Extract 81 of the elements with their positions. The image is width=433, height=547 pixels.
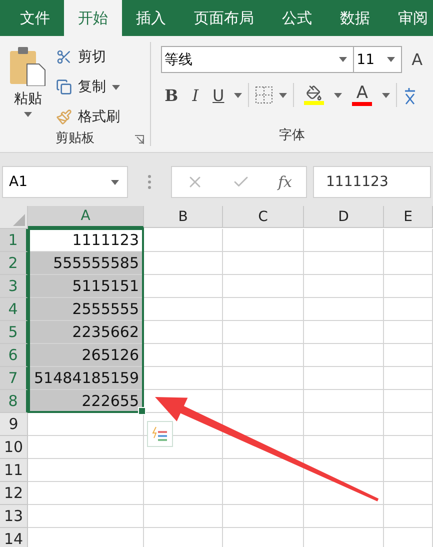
row-header[interactable]: 13 — [0, 505, 28, 528]
table-cell — [384, 390, 433, 413]
row-header[interactable]: 11 — [0, 459, 28, 482]
paintbrush-icon — [56, 109, 72, 125]
table-cell: 265126 — [28, 344, 144, 367]
formula-field[interactable]: 1111123 — [313, 166, 431, 198]
borders-icon[interactable] — [255, 86, 274, 104]
copy-icon — [56, 79, 72, 95]
row-header[interactable]: 7 — [0, 367, 28, 390]
phonetic-icon[interactable] — [403, 85, 416, 105]
clipboard-icon — [10, 46, 46, 86]
row-header[interactable]: 2 — [0, 252, 28, 275]
paint-bucket-icon — [306, 85, 322, 101]
table-cell: 2235662 — [28, 321, 144, 344]
insert-function-button[interactable]: fx — [278, 173, 292, 191]
row-header[interactable]: 8 — [0, 390, 28, 413]
font-name-field[interactable]: 等线 — [160, 46, 354, 73]
fill-handle[interactable] — [138, 407, 146, 415]
row-header[interactable]: 4 — [0, 298, 28, 321]
group-label: 剪贴板 — [55, 130, 94, 147]
table-cell — [384, 505, 433, 528]
ribbon-tab[interactable]: 文件 — [6, 0, 64, 36]
row-header[interactable]: 3 — [0, 275, 28, 298]
table-cell — [384, 344, 433, 367]
italic-button[interactable]: I — [188, 86, 203, 104]
dialog-launcher-icon[interactable] — [134, 135, 144, 144]
table-cell: 555555585 — [28, 252, 144, 275]
group-label: 字体 — [278, 127, 305, 144]
table-cell — [384, 413, 433, 436]
ribbon-tab[interactable]: 插入 — [122, 0, 180, 36]
row-header[interactable]: 5 — [0, 321, 28, 344]
caret-icon[interactable] — [386, 57, 395, 62]
caret-icon[interactable] — [234, 92, 242, 98]
format-painter-button[interactable]: 格式刷 — [56, 105, 120, 129]
ribbon-tab[interactable]: 审阅 — [384, 0, 433, 36]
table-cell — [384, 321, 433, 344]
table-cell — [384, 482, 433, 505]
ribbon-tab[interactable]: 数据 — [326, 0, 384, 36]
caret-icon[interactable] — [382, 92, 390, 98]
grow-font-button[interactable]: A — [408, 50, 427, 69]
row-header[interactable]: 1 — [0, 229, 28, 252]
bold-button[interactable]: B — [160, 86, 182, 104]
name-box[interactable]: A1 — [2, 166, 128, 198]
quick-analysis-icon[interactable] — [147, 421, 173, 447]
scissors-icon — [56, 49, 72, 65]
table-cell — [384, 275, 433, 298]
caret-icon[interactable] — [111, 180, 119, 184]
column-header[interactable]: E — [384, 206, 433, 228]
underline-button[interactable]: U — [208, 86, 228, 104]
table-cell: 51484185159 — [28, 367, 144, 390]
table-cell — [384, 298, 433, 321]
column-header[interactable]: C — [223, 206, 304, 228]
row-header[interactable]: 9 — [0, 413, 28, 436]
cut-button[interactable]: 剪切 — [56, 45, 120, 69]
table-cell: 5115151 — [28, 275, 144, 298]
drag-handle-icon[interactable] — [148, 175, 151, 189]
row-header[interactable]: 14 — [0, 528, 28, 547]
table-cell — [384, 252, 433, 275]
caret-icon[interactable] — [334, 92, 342, 98]
table-cell — [384, 367, 433, 390]
ribbon-tab[interactable]: 开始 — [64, 0, 122, 36]
row-header[interactable]: 6 — [0, 344, 28, 367]
caret-icon[interactable] — [279, 92, 288, 98]
copy-button[interactable]: 复制 — [56, 75, 120, 99]
column-header[interactable]: D — [304, 206, 384, 228]
table-cell — [384, 436, 433, 459]
ribbon-tab[interactable]: 公式 — [268, 0, 326, 36]
font-color-button[interactable]: A — [348, 84, 376, 106]
font-size-field[interactable]: 11 — [352, 46, 402, 73]
caret-icon[interactable] — [24, 112, 32, 117]
table-cell — [384, 459, 433, 482]
ribbon-tab[interactable]: 页面布局 — [180, 0, 268, 36]
column-header[interactable]: B — [144, 206, 223, 228]
paste-button[interactable]: 粘贴 — [0, 42, 56, 129]
caret-icon[interactable] — [112, 84, 120, 90]
caret-icon[interactable] — [338, 57, 347, 62]
table-cell: 2555555 — [28, 298, 144, 321]
column-header[interactable]: A — [28, 206, 144, 228]
row-header[interactable]: 10 — [0, 436, 28, 459]
row-header[interactable]: 12 — [0, 482, 28, 505]
triangle-icon — [13, 214, 25, 226]
